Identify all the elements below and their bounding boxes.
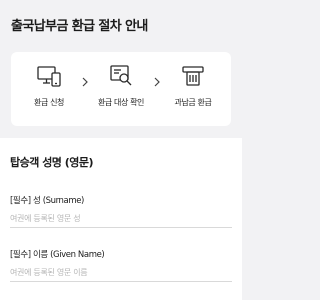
devices-icon — [35, 62, 63, 90]
step-refund: 과납금 환급 — [165, 62, 221, 108]
given-name-input[interactable] — [10, 264, 232, 282]
step-refund-label: 과납금 환급 — [174, 98, 212, 107]
step-verify-label: 환급 대상 확인 — [97, 98, 145, 107]
step-apply-label: 환급 신청 — [34, 98, 64, 107]
step-verify: 환급 대상 확인 — [93, 62, 149, 108]
refund-steps-card: 환급 신청 환급 대상 확인 과납금 환급 — [11, 52, 231, 126]
step-apply: 환급 신청 — [21, 62, 77, 108]
chevron-right-icon — [81, 68, 89, 96]
refund-page: 출국납부금 환급 절차 안내 환급 신청 환급 대상 확인 과납금 환급 탑승객… — [0, 0, 242, 300]
section-title: 탑승객 성명 (영문) — [10, 156, 94, 169]
page-title: 출국납부금 환급 절차 안내 — [11, 19, 148, 34]
given-name-label: [필수] 이름 (Given Name) — [10, 250, 105, 260]
passenger-name-form: 탑승객 성명 (영문) [필수] 성 (Surname) [필수] 이름 (Gi… — [0, 138, 242, 300]
document-search-icon — [107, 62, 135, 90]
chevron-right-icon — [153, 68, 161, 96]
surname-input[interactable] — [10, 210, 232, 228]
atm-cash-icon — [179, 62, 207, 90]
surname-label: [필수] 성 (Surname) — [10, 196, 84, 206]
